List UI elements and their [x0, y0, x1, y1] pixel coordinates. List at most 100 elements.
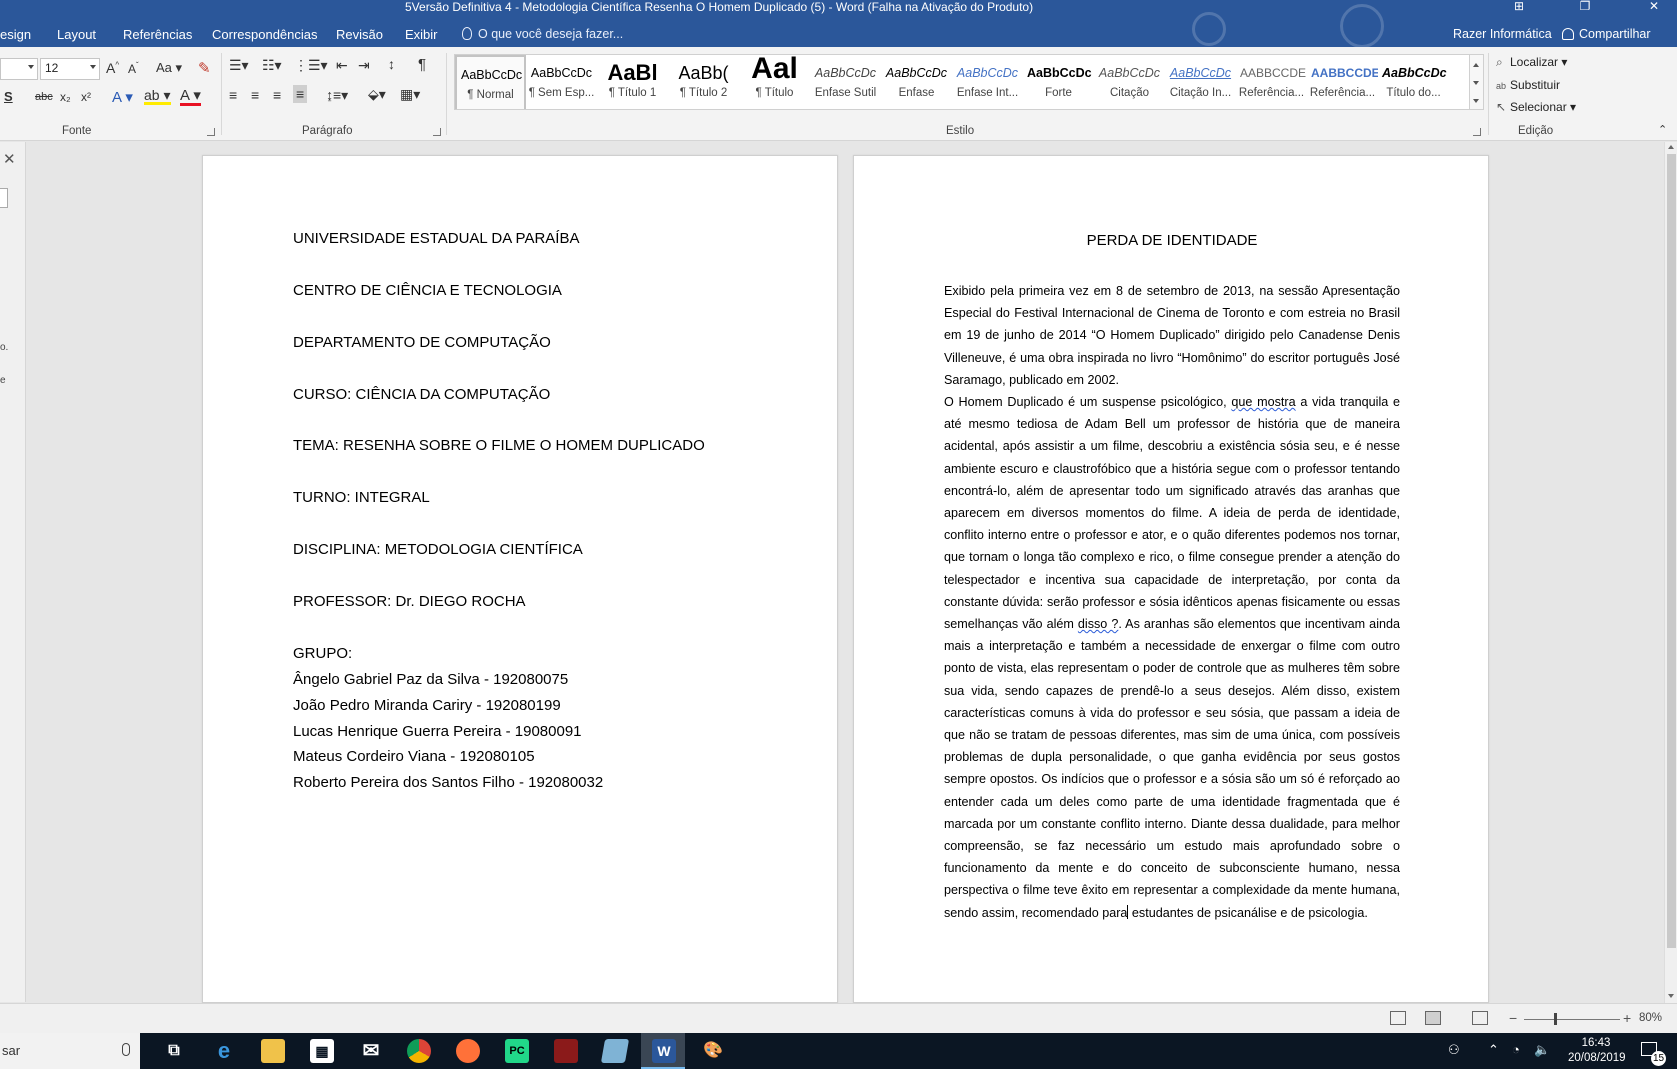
style-citacao[interactable]: AaBbCcDc Citação: [1094, 55, 1165, 109]
style-normal[interactable]: AaBbCcDc ¶ Normal: [455, 55, 526, 109]
tell-me-box[interactable]: O que você deseja fazer...: [462, 27, 623, 41]
web-layout-icon[interactable]: [1472, 1011, 1488, 1025]
store-icon[interactable]: ▦: [310, 1039, 334, 1063]
print-layout-icon[interactable]: [1425, 1011, 1441, 1025]
clock[interactable]: 16:43 20/08/2019: [1568, 1036, 1626, 1066]
scroll-thumb[interactable]: [1667, 154, 1676, 948]
styles-scroll[interactable]: [1470, 54, 1484, 110]
zoom-level[interactable]: 80%: [1639, 1012, 1662, 1024]
style-titulo[interactable]: Aal ¶ Título: [739, 55, 810, 109]
collapse-ribbon-icon[interactable]: ⌃: [1658, 123, 1667, 136]
text-effects-icon[interactable]: A ▾: [112, 88, 133, 106]
change-case-icon[interactable]: Aa ▾: [156, 60, 182, 76]
shrink-font-icon[interactable]: Aˇ: [128, 61, 139, 76]
style-citacao-intensa[interactable]: AaBbCcDc Citação In...: [1165, 55, 1236, 109]
replace-button[interactable]: ab Substituir: [1496, 78, 1560, 92]
pycharm-icon[interactable]: PC: [505, 1039, 529, 1063]
document-page-1[interactable]: UNIVERSIDADE ESTADUAL DA PARAÍBA CENTRO …: [202, 155, 838, 1003]
file-explorer-icon[interactable]: [261, 1039, 285, 1063]
launcher-icon[interactable]: [1473, 128, 1481, 136]
grow-font-icon[interactable]: A^: [106, 60, 119, 76]
bullets-icon[interactable]: ☰▾: [229, 57, 249, 74]
taskbar-search[interactable]: sar: [0, 1033, 140, 1069]
zoom-out-icon[interactable]: −: [1509, 1010, 1517, 1026]
word-icon[interactable]: W: [652, 1039, 676, 1063]
justify-icon[interactable]: ≡: [293, 85, 308, 103]
nav-search-field[interactable]: [0, 188, 8, 208]
zoom-in-icon[interactable]: +: [1623, 1010, 1631, 1026]
mail-icon[interactable]: ✉: [359, 1039, 383, 1063]
close-icon[interactable]: ✕: [3, 150, 16, 168]
multilevel-list-icon[interactable]: ⋮☰▾: [294, 57, 328, 74]
style-enfase[interactable]: AaBbCcDc Ênfase: [881, 55, 952, 109]
people-icon[interactable]: ⚇: [1448, 1042, 1460, 1058]
strikethrough-icon[interactable]: abc: [35, 91, 53, 103]
font-name-select[interactable]: [0, 58, 38, 80]
style-enfase-intensa[interactable]: AaBbCcDc Ênfase Int...: [952, 55, 1023, 109]
tab-layout[interactable]: Layout: [57, 27, 96, 42]
tab-correspondencias[interactable]: Correspondências: [212, 27, 318, 42]
zoom-slider-thumb[interactable]: [1554, 1013, 1557, 1025]
tab-exibir[interactable]: Exibir: [405, 27, 438, 42]
align-left-icon[interactable]: ≡: [229, 87, 237, 103]
font-color-icon[interactable]: A ▾: [180, 88, 201, 106]
superscript-icon[interactable]: x²: [81, 90, 91, 104]
grammar-flag[interactable]: que mostra: [1231, 395, 1295, 409]
tab-referencias[interactable]: Referências: [123, 27, 192, 42]
subscript-icon[interactable]: x₂: [60, 90, 71, 104]
style-referencia-intensa[interactable]: AABBCCDE Referência...: [1307, 55, 1378, 109]
firefox-icon[interactable]: [456, 1039, 480, 1063]
zoom-slider[interactable]: [1524, 1019, 1620, 1020]
style-titulo-do-livro[interactable]: AaBbCcDc Título do...: [1378, 55, 1449, 109]
shading-icon[interactable]: ⬙▾: [368, 86, 386, 103]
tab-design[interactable]: esign: [0, 27, 31, 42]
user-name[interactable]: Razer Informática: [1453, 27, 1552, 41]
share-button[interactable]: Compartilhar: [1562, 27, 1651, 41]
volume-icon[interactable]: 🔈: [1534, 1042, 1550, 1058]
line-spacing-icon[interactable]: ↨≡▾: [326, 87, 348, 104]
style-forte[interactable]: AaBbCcDc Forte: [1023, 55, 1094, 109]
network-icon[interactable]: ◔: [1512, 1042, 1520, 1057]
more-styles-icon[interactable]: [1473, 99, 1479, 103]
edge-icon[interactable]: e: [212, 1039, 236, 1063]
style-enfase-sutil[interactable]: AaBbCcDc Ênfase Sutil: [810, 55, 881, 109]
microphone-icon[interactable]: [122, 1043, 130, 1056]
align-center-icon[interactable]: ≡: [251, 87, 259, 103]
font-size-select[interactable]: 12: [40, 58, 100, 80]
launcher-icon[interactable]: [433, 128, 441, 136]
sort-icon[interactable]: ↕: [388, 56, 395, 72]
chevron-down-icon[interactable]: [1473, 81, 1479, 85]
numbering-icon[interactable]: ☷▾: [262, 57, 282, 74]
paint-icon[interactable]: 🎨: [701, 1039, 725, 1063]
ribbon-display-icon[interactable]: ⊞: [1496, 0, 1542, 22]
highlight-icon[interactable]: ab ▾: [144, 88, 171, 105]
show-marks-icon[interactable]: ¶: [418, 56, 426, 73]
borders-icon[interactable]: ▦▾: [400, 86, 420, 103]
tray-chevron-icon[interactable]: ⌃: [1488, 1042, 1499, 1058]
winrar-icon[interactable]: [554, 1039, 578, 1063]
decrease-indent-icon[interactable]: ⇤: [336, 57, 348, 74]
style-titulo-1[interactable]: AaBl ¶ Título 1: [597, 55, 668, 109]
clear-format-icon[interactable]: ✎: [198, 59, 211, 77]
style-titulo-2[interactable]: AaBb(¶ Título 2: [668, 55, 739, 109]
vertical-scrollbar[interactable]: [1664, 142, 1677, 1010]
scroll-up-icon[interactable]: [1668, 145, 1674, 149]
grammar-flag[interactable]: disso ?: [1078, 617, 1118, 631]
scroll-down-icon[interactable]: [1668, 994, 1674, 998]
tab-revisao[interactable]: Revisão: [336, 27, 383, 42]
style-sem-espacamento[interactable]: AaBbCcDc ¶ Sem Esp...: [526, 55, 597, 109]
document-page-2[interactable]: PERDA DE IDENTIDADE Exibido pela primeir…: [853, 155, 1489, 1003]
align-right-icon[interactable]: ≡: [273, 87, 281, 103]
task-view-icon[interactable]: ⧉: [162, 1039, 186, 1063]
notepad-icon[interactable]: [600, 1039, 630, 1063]
close-window-icon[interactable]: ✕: [1631, 0, 1677, 22]
find-button[interactable]: ⌕ Localizar ▾: [1496, 55, 1567, 70]
read-mode-icon[interactable]: [1390, 1011, 1406, 1025]
increase-indent-icon[interactable]: ⇥: [358, 57, 370, 74]
chrome-icon[interactable]: [407, 1039, 431, 1063]
chevron-up-icon[interactable]: [1473, 63, 1479, 67]
underline-icon[interactable]: S: [4, 89, 13, 104]
select-button[interactable]: ↖ Selecionar ▾: [1496, 100, 1576, 114]
style-referencia-sutil[interactable]: AABBCCDE Referência...: [1236, 55, 1307, 109]
launcher-icon[interactable]: [207, 128, 215, 136]
